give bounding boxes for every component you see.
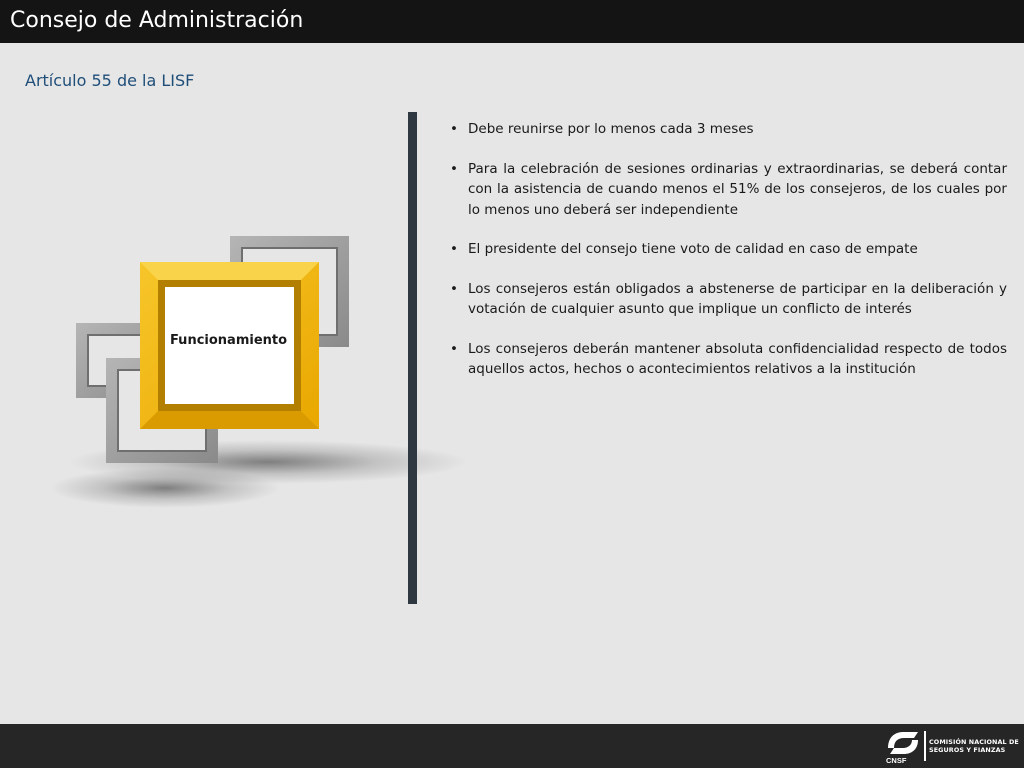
bullet-item: • Para la celebración de sesiones ordinar…	[448, 159, 1007, 221]
bullet-text: Para la celebración de sesiones ordinari…	[468, 160, 1007, 218]
cnsf-logo: CNSF COMISIÓN NACIONAL DE SEGUROS Y FIAN…	[884, 728, 1019, 764]
cnsf-logo-icon: CNSF	[886, 732, 918, 764]
bullet-item: • Debe reunirse por lo menos cada 3 meses	[448, 119, 1007, 140]
frame-shadow-left	[50, 468, 280, 508]
bullet-text: El presidente del consejo tiene voto de …	[468, 241, 918, 257]
bullet-item: • Los consejeros deberán mantener absolut…	[448, 339, 1007, 380]
logo-text-line-1: COMISIÓN NACIONAL DE	[929, 738, 1019, 746]
bullet-symbol: •	[450, 160, 458, 177]
logo-text-line-2: SEGUROS Y FIANZAS	[929, 746, 1006, 754]
frame-label: Funcionamiento	[169, 333, 288, 348]
footer-bar	[0, 724, 1024, 768]
svg-text:CNSF: CNSF	[886, 756, 907, 764]
bullet-symbol: •	[450, 121, 458, 137]
logo-divider	[924, 731, 926, 761]
bullet-symbol: •	[450, 340, 458, 357]
bullet-symbol: •	[450, 280, 458, 297]
bullet-text: Los consejeros están obligados a abstene…	[468, 280, 1007, 318]
bullet-symbol: •	[450, 241, 458, 257]
bullet-item: • El presidente del consejo tiene voto de…	[448, 239, 1007, 260]
bullet-text: Los consejeros deberán mantener absoluta…	[468, 340, 1007, 378]
divider-bar	[408, 112, 417, 604]
bullet-text: Debe reunirse por lo menos cada 3 meses	[468, 121, 754, 137]
bullet-item: • Los consejeros están obligados a absten…	[448, 279, 1007, 320]
bullet-list: • Debe reunirse por lo menos cada 3 meses…	[448, 119, 1007, 399]
